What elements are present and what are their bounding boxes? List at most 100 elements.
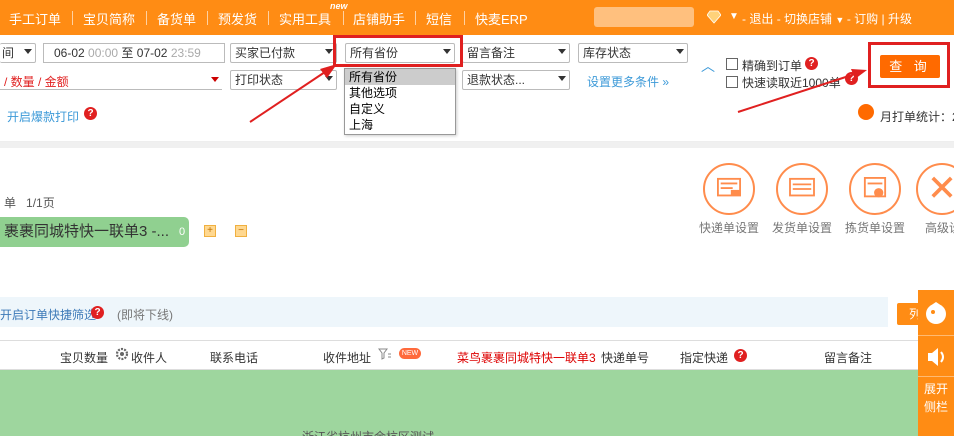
expand-sidebar-button[interactable]: 展开 侧栏 bbox=[918, 380, 954, 416]
section-divider bbox=[0, 142, 954, 148]
col-remark: 留言备注 bbox=[824, 351, 873, 365]
time-type-value: 间 bbox=[2, 46, 15, 60]
pay-status-select[interactable]: 买家已付款 bbox=[230, 43, 337, 63]
fast-read-checkbox[interactable] bbox=[726, 76, 738, 88]
remark-value: 留言备注 bbox=[467, 46, 516, 60]
upgrade-link[interactable]: 升级 bbox=[888, 12, 912, 26]
col-address: 收件地址 bbox=[323, 351, 372, 365]
stock-value: 库存状态 bbox=[583, 46, 632, 60]
print-status-select[interactable]: 打印状态 bbox=[230, 70, 337, 90]
nav-erp[interactable]: 快麦ERP bbox=[475, 9, 528, 28]
advanced-setting[interactable]: 高级设 bbox=[913, 163, 954, 236]
help-icon[interactable]: ? bbox=[91, 306, 104, 319]
chevron-down-icon bbox=[211, 77, 219, 82]
time-type-select[interactable]: 间 bbox=[0, 43, 36, 63]
switch-shop-link[interactable]: 切换店铺 bbox=[784, 12, 832, 26]
col-phone: 联系电话 bbox=[210, 351, 259, 365]
side-panel: 展开 侧栏 bbox=[918, 290, 954, 436]
row-address: 浙江省杭州市余杭区测试 bbox=[302, 428, 434, 436]
stock-select[interactable]: 库存状态 bbox=[578, 43, 688, 63]
subscribe-link[interactable]: 订购 bbox=[854, 12, 878, 26]
nav-divider bbox=[415, 11, 416, 25]
table-row[interactable]: 浙江省杭州市余杭区测试 bbox=[0, 370, 918, 436]
nav-tools[interactable]: 实用工具 bbox=[279, 9, 331, 28]
chevron-down-icon bbox=[24, 49, 32, 54]
col-qty: 宝贝数量 bbox=[60, 351, 109, 365]
shipping-setting-label: 发货单设置 bbox=[771, 221, 832, 235]
refund-status-value: 退款状态... bbox=[467, 73, 526, 87]
filter-notice-bar: 开启订单快捷筛选 ? (即将下线) bbox=[0, 297, 888, 327]
time-start: 00:00 bbox=[88, 46, 119, 60]
chevron-down-icon bbox=[325, 76, 333, 81]
picking-setting[interactable]: 拣货单设置 bbox=[840, 163, 910, 236]
date-to-label: 至 bbox=[121, 46, 134, 60]
province-highlight bbox=[333, 35, 463, 67]
link-divider: - bbox=[776, 12, 785, 26]
help-icon[interactable]: ? bbox=[84, 107, 97, 120]
wrench-icon bbox=[916, 163, 954, 215]
account-links: - 退出 - 切换店铺 ▼ - 订购 | 升级 bbox=[742, 10, 912, 27]
refund-status-select[interactable]: 退款状态... bbox=[462, 70, 570, 90]
print-status-value: 打印状态 bbox=[235, 73, 284, 87]
new-tag: new bbox=[330, 1, 348, 11]
more-conditions-link[interactable]: 设置更多条件 » bbox=[587, 73, 669, 90]
template-tab[interactable]: 裹裹同城特快一联单3 -... bbox=[0, 217, 189, 247]
template-tab-label: 裹裹同城特快一联单3 -... bbox=[4, 223, 170, 240]
burst-print-link[interactable]: 开启爆款打印 bbox=[7, 108, 79, 125]
col-receiver: 收件人 bbox=[131, 351, 168, 365]
page-count: 1/1页 bbox=[26, 196, 55, 210]
sound-button[interactable] bbox=[918, 337, 954, 377]
province-dropdown: 所有省份 其他选项 自定义 上海 bbox=[344, 68, 456, 135]
date-range-field[interactable]: 06-02 00:00 至 07-02 23:59 bbox=[43, 43, 225, 63]
sort-select-label: / 数量 / 金额 bbox=[4, 75, 69, 89]
picking-sheet-icon bbox=[849, 163, 901, 215]
help-icon[interactable]: ? bbox=[734, 349, 747, 362]
page-prefix: 单 bbox=[4, 196, 17, 210]
chevron-down-icon[interactable]: ▼ bbox=[729, 11, 739, 22]
advanced-setting-label: 高级设 bbox=[925, 221, 954, 235]
express-setting[interactable]: 快递单设置 bbox=[694, 163, 764, 236]
nav-sms[interactable]: 短信 bbox=[426, 9, 452, 28]
nav-shop-helper[interactable]: 店铺助手 bbox=[353, 9, 405, 28]
logout-link[interactable]: - 退出 bbox=[742, 12, 773, 26]
help-icon[interactable]: ? bbox=[805, 57, 818, 70]
query-button[interactable]: 查 询 bbox=[880, 55, 940, 78]
gear-icon[interactable] bbox=[115, 347, 129, 361]
exact-order-checkbox[interactable] bbox=[726, 58, 738, 70]
province-option[interactable]: 上海 bbox=[345, 117, 455, 133]
month-print-stat: 月打单统计：2 bbox=[880, 110, 954, 124]
speaker-icon bbox=[928, 348, 944, 366]
pay-status-value: 买家已付款 bbox=[235, 46, 296, 60]
nav-stock-list[interactable]: 备货单 bbox=[157, 9, 196, 28]
col-template: 菜鸟裹裹同城特快一联单3 bbox=[457, 351, 596, 365]
shipping-sheet-icon bbox=[776, 163, 828, 215]
picking-setting-label: 拣货单设置 bbox=[844, 221, 905, 235]
customer-service-button[interactable] bbox=[918, 290, 954, 336]
filter-icon[interactable] bbox=[378, 347, 392, 361]
chevron-down-icon[interactable]: ▼ bbox=[835, 15, 846, 25]
help-icon[interactable]: ? bbox=[845, 72, 858, 85]
exact-order-label: 精确到订单 bbox=[742, 59, 803, 73]
remark-select[interactable]: 留言备注 bbox=[462, 43, 570, 63]
nav-manual-order[interactable]: 手工订单 bbox=[9, 9, 61, 28]
nav-divider bbox=[268, 11, 269, 25]
nav-pre-ship[interactable]: 预发货 bbox=[218, 9, 257, 28]
add-template-button[interactable]: + bbox=[204, 225, 216, 237]
chevron-down-icon bbox=[558, 49, 566, 54]
expand-label-2: 侧栏 bbox=[923, 400, 948, 414]
shipping-setting[interactable]: 发货单设置 bbox=[767, 163, 837, 236]
chevron-down-icon bbox=[676, 49, 684, 54]
top-nav: 手工订单 宝贝简称 备货单 预发货 实用工具 new 店铺助手 短信 快麦ERP… bbox=[0, 0, 954, 35]
province-option[interactable]: 自定义 bbox=[345, 101, 455, 117]
nav-divider bbox=[464, 11, 465, 25]
time-end: 23:59 bbox=[170, 46, 201, 60]
nav-divider bbox=[343, 11, 344, 25]
collapse-up-icon[interactable]: ︿ bbox=[701, 56, 715, 76]
province-option[interactable]: 所有省份 bbox=[345, 69, 455, 85]
remove-template-button[interactable]: − bbox=[235, 225, 247, 237]
quick-filter-link[interactable]: 开启订单快捷筛选 bbox=[0, 306, 96, 323]
filter-panel: 间 06-02 00:00 至 07-02 23:59 买家已付款 所有省份 留… bbox=[0, 35, 954, 142]
nav-item-alias[interactable]: 宝贝简称 bbox=[83, 9, 135, 28]
province-option[interactable]: 其他选项 bbox=[345, 85, 455, 101]
new-badge: NEW bbox=[399, 348, 421, 359]
